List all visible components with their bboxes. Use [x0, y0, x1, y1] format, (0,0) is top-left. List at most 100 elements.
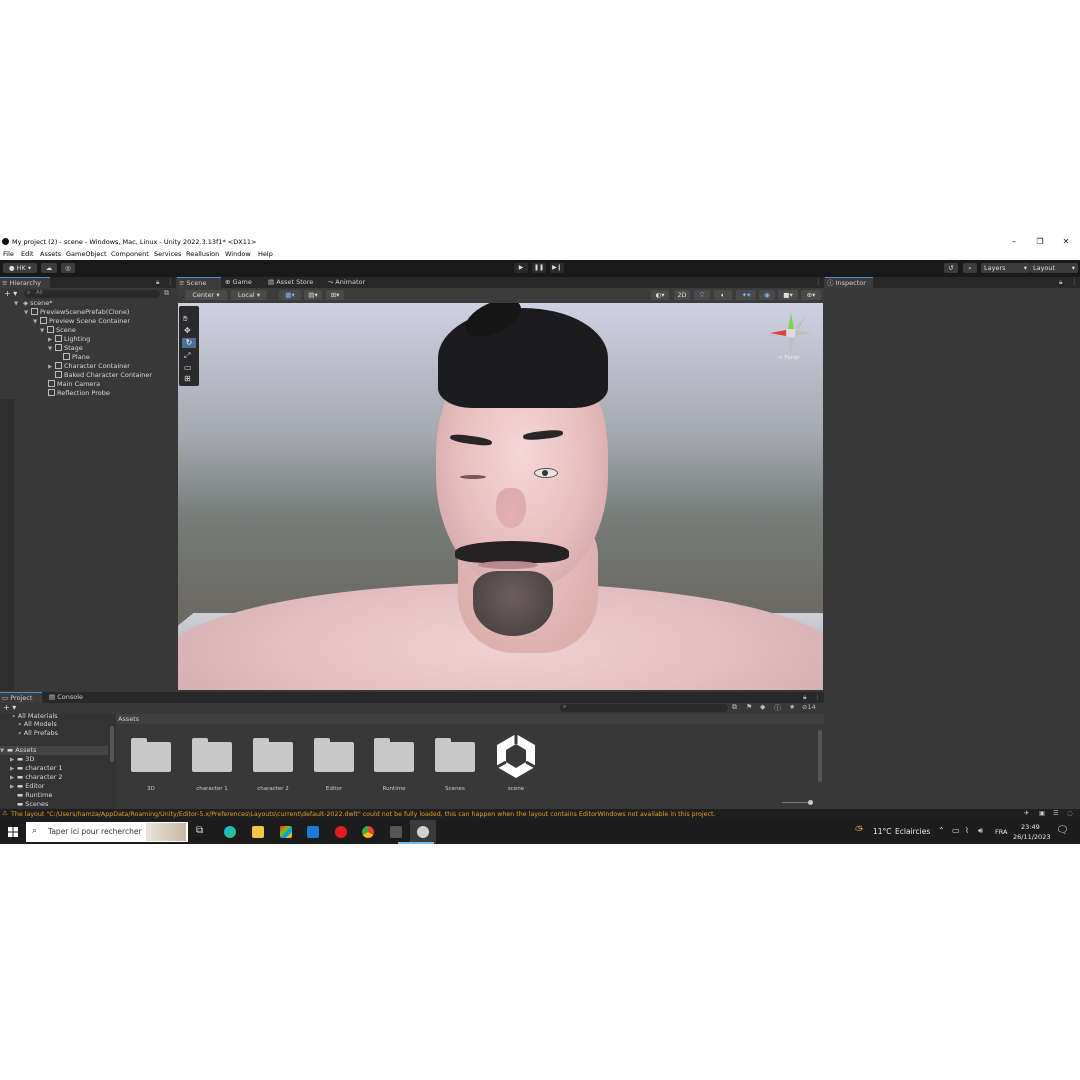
folder-character-2[interactable]	[253, 738, 293, 772]
move-tool-icon[interactable]: ✥	[184, 326, 191, 335]
expand-arrow-icon[interactable]: ▼	[33, 318, 40, 327]
status-message[interactable]: The layout "C:/Users/hamza/AppData/Roami…	[11, 811, 715, 818]
layers-dropdown[interactable]: Layers ▾	[981, 263, 1030, 273]
step-button[interactable]: ▶❙	[550, 263, 564, 273]
clock-time[interactable]: 23:49	[1021, 823, 1040, 831]
list-item[interactable]: Reflection Probe	[48, 389, 110, 398]
list-item[interactable]: ▶ ▬ 3D	[10, 755, 34, 764]
folder-character-1[interactable]	[192, 738, 232, 772]
pivot-center-dropdown[interactable]: Center ▾	[185, 290, 227, 300]
menu-reallusion[interactable]: Reallusion	[186, 250, 219, 258]
search-by-type-icon[interactable]: ⧉	[732, 703, 737, 712]
taskbar-search-input[interactable]: ⌕ Taper ici pour rechercher	[26, 822, 188, 842]
list-item[interactable]: ▶ ▬ Editor	[10, 782, 44, 791]
snap-increment-icon[interactable]: ⊞▾	[326, 290, 344, 300]
network-icon[interactable]: ⌇	[965, 826, 969, 835]
menu-assets[interactable]: Assets	[40, 250, 61, 258]
expand-arrow-icon[interactable]: ▼	[14, 300, 21, 309]
kebab-menu-icon[interactable]: ⋮	[167, 278, 174, 286]
list-item[interactable]: ▼ Preview Scene Container	[33, 317, 130, 326]
menu-gameobject[interactable]: GameObject	[66, 250, 107, 258]
lock-icon[interactable]: 🔒︎	[156, 278, 159, 287]
effects-icon[interactable]: ✦▾	[736, 290, 756, 300]
list-item[interactable]: ▶ Lighting	[48, 335, 90, 344]
expand-arrow-icon[interactable]: ▶	[48, 363, 55, 372]
store-icon[interactable]	[280, 826, 292, 838]
list-item[interactable]: ▶ Character Container	[48, 362, 130, 371]
folder-editor[interactable]	[314, 738, 354, 772]
cloud-icon[interactable]: ☁	[41, 263, 57, 273]
lock-icon[interactable]: 🔒︎	[803, 693, 806, 702]
folder-scenes[interactable]	[435, 738, 475, 772]
layout-dropdown[interactable]: Layout ▾	[1030, 263, 1078, 273]
expand-arrow-icon[interactable]: ▶	[10, 783, 17, 792]
menu-help[interactable]: Help	[258, 250, 273, 258]
menu-file[interactable]: File	[3, 250, 14, 258]
info-icon[interactable]: ⓘ	[774, 703, 781, 713]
tab-scene[interactable]: ≡ Scene	[177, 277, 221, 288]
tab-asset-store[interactable]: ▤ Asset Store	[266, 277, 324, 288]
unity-hub-icon[interactable]	[390, 826, 402, 838]
rect-tool-icon[interactable]: ▭	[184, 363, 192, 372]
tab-game[interactable]: ⊕ Game	[223, 277, 261, 288]
list-item[interactable]: ▶ ▬ character 2	[10, 773, 63, 782]
clock-date[interactable]: 26/11/2023	[1013, 833, 1050, 841]
transform-tool-icon[interactable]: ⊞	[184, 374, 191, 383]
camera-icon[interactable]: ■▾	[778, 290, 798, 300]
weather-desc[interactable]: Eclaircies	[895, 827, 930, 836]
star-icon[interactable]: ★	[789, 703, 795, 711]
edge-icon[interactable]	[224, 826, 236, 838]
list-item[interactable]: ⌕ All Prefabs	[18, 729, 58, 738]
menu-edit[interactable]: Edit	[21, 250, 34, 258]
hidden-objects-icon[interactable]: ◉	[759, 290, 775, 300]
minimize-button[interactable]: –	[1004, 236, 1024, 248]
kebab-menu-icon[interactable]: ⋮	[814, 693, 821, 701]
unity-scene-icon[interactable]	[494, 732, 538, 780]
list-item[interactable]: ▼ Stage	[48, 344, 83, 353]
expand-arrow-icon[interactable]: ▼	[0, 747, 7, 756]
opera-icon[interactable]	[335, 826, 347, 838]
tag-icon[interactable]: ◆	[760, 703, 765, 711]
lighting-bake-icon[interactable]: ☰	[1053, 810, 1059, 817]
perspective-label[interactable]: < Persp	[778, 355, 799, 361]
grid-scrollbar[interactable]	[818, 730, 822, 782]
expand-arrow-icon[interactable]: ▼	[24, 309, 31, 318]
tab-hierarchy[interactable]: ≡ Hierarchy	[0, 277, 50, 288]
list-item[interactable]: ▶ ▬ character 1	[10, 764, 63, 773]
lock-icon[interactable]: 🔒︎	[1059, 278, 1062, 287]
tree-scrollbar[interactable]	[110, 726, 114, 762]
search-icon[interactable]: ⌕	[963, 263, 977, 273]
folder-runtime[interactable]	[374, 738, 414, 772]
kebab-menu-icon[interactable]: ⋮	[815, 278, 822, 286]
list-item[interactable]: ▬ Scenes	[17, 800, 48, 809]
list-item[interactable]: ▼ PreviewScenePrefab(Clone)	[24, 308, 129, 317]
list-item[interactable]: ▬ Runtime	[17, 791, 52, 800]
hidden-packages-toggle[interactable]: ⊘14	[802, 703, 816, 711]
chrome-icon[interactable]	[362, 826, 374, 838]
project-search-input[interactable]: ⌕	[560, 703, 728, 712]
expand-arrow-icon[interactable]: ▼	[48, 345, 55, 354]
scale-tool-icon[interactable]: ⤢	[184, 351, 190, 361]
list-item[interactable]: Plane	[63, 353, 90, 362]
audio-icon[interactable]: 🔈︎	[714, 290, 732, 300]
list-item[interactable]: ▼ ◈ scene*	[14, 299, 52, 308]
tab-console[interactable]: ▤ Console	[47, 692, 89, 703]
list-item[interactable]: Main Camera	[48, 380, 100, 389]
folder-3d[interactable]	[131, 738, 171, 772]
lighting-icon[interactable]: 💡︎	[694, 290, 710, 300]
account-dropdown[interactable]: ● HK ▾	[3, 263, 37, 273]
windows-start-icon[interactable]	[8, 827, 18, 837]
kebab-menu-icon[interactable]: ⋮	[1071, 278, 1078, 286]
scene-visibility-icon[interactable]: ⧉	[164, 289, 169, 298]
menu-window[interactable]: Window	[225, 250, 251, 258]
auto-generate-icon[interactable]: ✈	[1024, 810, 1029, 817]
progress-icon[interactable]: ◌	[1067, 810, 1073, 817]
hand-tool-icon[interactable]: ✋︎	[183, 314, 188, 324]
add-object-button[interactable]: + ▾	[4, 289, 17, 298]
expand-arrow-icon[interactable]: ▼	[40, 327, 47, 336]
collab-icon[interactable]: ◎	[61, 263, 75, 273]
draw-mode-icon[interactable]: ◐▾	[651, 290, 669, 300]
grid-visibility-icon[interactable]: ▤▾	[304, 290, 322, 300]
chevron-up-icon[interactable]: ⌃	[938, 826, 945, 835]
task-view-icon[interactable]: ⧉	[196, 825, 203, 836]
